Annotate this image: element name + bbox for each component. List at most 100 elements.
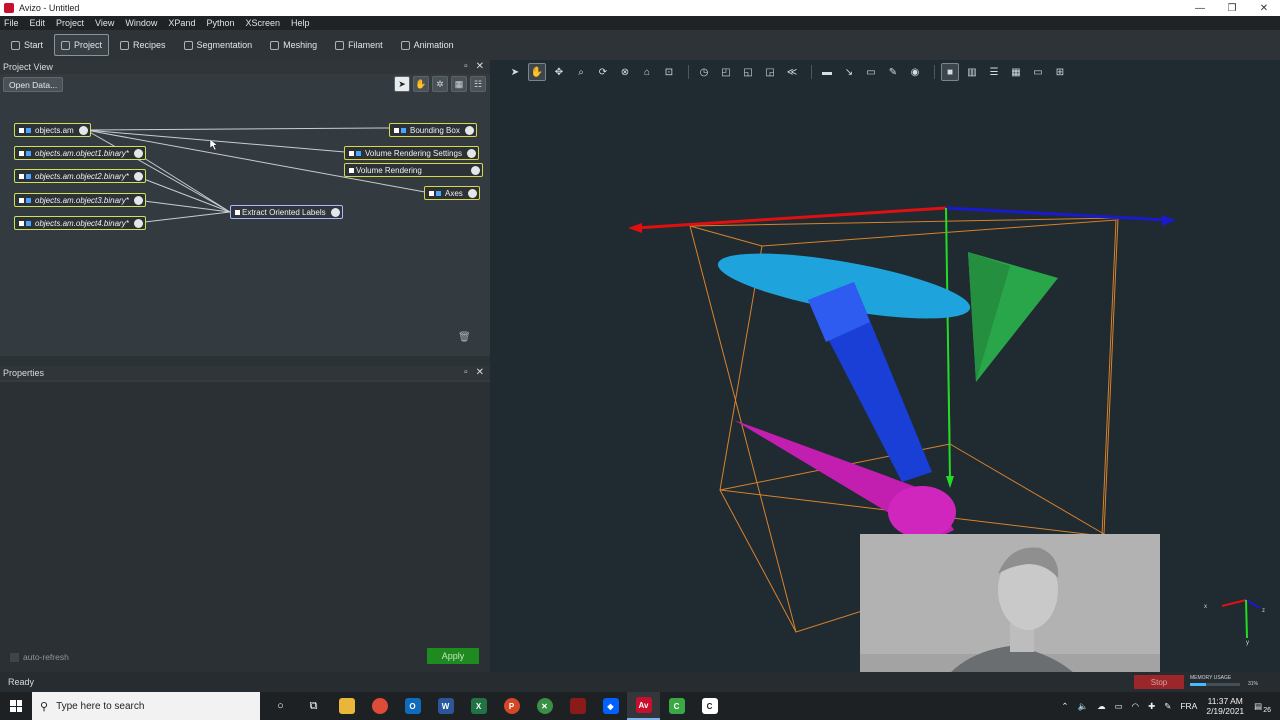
graph-node-volume-rendering[interactable]: Volume Rendering (344, 163, 483, 177)
volume-icon[interactable]: 🔈 (1078, 701, 1089, 712)
chrome-icon[interactable] (363, 692, 396, 720)
cortana-icon[interactable]: ○ (264, 692, 297, 720)
taskbar-clock[interactable]: 11:37 AM 2/19/2021 (1206, 696, 1244, 716)
node-port-icon[interactable] (133, 171, 143, 181)
clock-date: 2/19/2021 (1206, 706, 1245, 716)
graph-node-volume-rendering-settings[interactable]: Volume Rendering Settings (344, 146, 479, 160)
close-panel-icon[interactable]: ✕ (476, 61, 484, 72)
trash-icon[interactable]: 🗑 (458, 332, 471, 343)
menu-project[interactable]: Project (56, 18, 84, 28)
security-icon[interactable]: ✚ (1148, 701, 1155, 712)
menu-file[interactable]: File (4, 18, 19, 28)
memory-usage-label: MEMORY USAGE (1190, 675, 1232, 681)
stop-button[interactable]: Stop (1134, 675, 1184, 689)
node-port-icon[interactable] (470, 165, 480, 175)
minimize-icon[interactable]: — (1184, 0, 1216, 16)
node-port-icon[interactable] (330, 207, 340, 217)
onedrive-icon[interactable]: ☁ (1097, 701, 1106, 712)
node-port-icon[interactable] (133, 195, 143, 205)
menu-xpand[interactable]: XPand (168, 18, 195, 28)
menu-python[interactable]: Python (206, 18, 234, 28)
camtasia-recorder-icon[interactable]: C (693, 692, 726, 720)
graph-node-axes[interactable]: Axes (424, 186, 480, 200)
checkbox-icon[interactable] (10, 652, 19, 662)
orientation-widget: x z y (1204, 599, 1265, 646)
menu-xscreen[interactable]: XScreen (245, 18, 280, 28)
tab-segmentation[interactable]: Segmentation (177, 34, 260, 56)
menu-view[interactable]: View (95, 18, 114, 28)
tab-project[interactable]: Project (54, 34, 110, 56)
menu-edit[interactable]: Edit (30, 18, 46, 28)
recipes-icon (120, 40, 130, 50)
battery-icon[interactable]: ▭ (1115, 701, 1123, 712)
properties-body (0, 382, 490, 672)
close-panel-icon[interactable]: ✕ (476, 367, 484, 378)
tab-filament[interactable]: Filament (328, 34, 390, 56)
maximize-icon[interactable]: ❐ (1216, 0, 1248, 16)
menu-window[interactable]: Window (125, 18, 157, 28)
graph-node-object1[interactable]: objects.am.object1.binary* (14, 146, 146, 160)
avizo-taskbar-icon[interactable]: Av (627, 692, 660, 720)
grid-layout-icon[interactable]: ▦ (451, 76, 467, 92)
z-axis-arrow-icon (1162, 215, 1176, 226)
node-port-icon[interactable] (464, 125, 474, 135)
apply-button[interactable]: Apply (427, 648, 479, 664)
hand-tool-icon[interactable]: ✋ (413, 76, 429, 92)
tab-start[interactable]: Start (4, 34, 50, 56)
undock-icon[interactable]: ▫ (464, 367, 468, 378)
connection-line (85, 127, 391, 131)
cone-base (888, 486, 956, 538)
node-label: Axes (445, 188, 463, 198)
word-icon[interactable]: W (429, 692, 462, 720)
open-data-button[interactable]: Open Data... (3, 77, 64, 92)
tab-recipes[interactable]: Recipes (113, 34, 173, 56)
panel-splitter[interactable] (0, 356, 490, 366)
camtasia-icon[interactable]: C (660, 692, 693, 720)
auto-refresh-toggle[interactable]: auto-refresh (10, 652, 69, 662)
graph-node-bounding-box[interactable]: Bounding Box (389, 123, 477, 137)
select-tool-icon[interactable]: ➤ (394, 76, 410, 92)
undock-icon[interactable]: ▫ (464, 61, 468, 72)
window-title: Avizo - Untitled (19, 3, 80, 13)
excel-icon[interactable]: X (462, 692, 495, 720)
pen-icon[interactable]: ✎ (1164, 701, 1171, 712)
system-tray: ⌃ 🔈 ☁ ▭ ◠ ✚ ✎ FRA 11:37 AM 2/19/2021 ▤ 2… (1061, 692, 1280, 720)
outlook-icon[interactable]: O (396, 692, 429, 720)
node-port-icon[interactable] (133, 148, 143, 158)
tab-label: Project (74, 40, 103, 50)
notification-icon[interactable]: ▤ (1254, 701, 1262, 712)
dropbox-icon[interactable]: ◆ (594, 692, 627, 720)
tab-label: Animation (413, 40, 454, 50)
taskbar-search[interactable]: ⚲ Type here to search (32, 692, 260, 720)
graph-node-objects[interactable]: objects.am (14, 123, 91, 137)
close-icon[interactable]: ✕ (1248, 0, 1280, 16)
tab-animation[interactable]: Animation (394, 34, 461, 56)
node-port-icon[interactable] (467, 188, 477, 198)
tray-chevron-icon[interactable]: ⌃ (1061, 701, 1068, 712)
graph-node-object4[interactable]: objects.am.object4.binary* (14, 216, 146, 230)
memory-usage-fill (1190, 683, 1206, 686)
auto-layout-icon[interactable]: ✲ (432, 76, 448, 92)
tab-meshing[interactable]: Meshing (263, 34, 324, 56)
properties-header: Properties ▫ ✕ (0, 366, 490, 380)
node-port-icon[interactable] (78, 125, 88, 135)
task-view-icon[interactable]: ⧉ (297, 692, 330, 720)
pdf-reader-icon[interactable] (561, 692, 594, 720)
memory-usage-bar (1190, 683, 1240, 686)
node-port-icon[interactable] (133, 218, 143, 228)
tree-view-icon[interactable]: ☷ (470, 76, 486, 92)
start-button[interactable] (0, 692, 32, 720)
window-controls: — ❐ ✕ (1184, 0, 1280, 16)
node-port-icon[interactable] (466, 148, 476, 158)
file-explorer-icon[interactable] (330, 692, 363, 720)
language-indicator[interactable]: FRA (1180, 701, 1197, 711)
orient-z-label: z (1262, 608, 1265, 614)
title-bar: Avizo - Untitled — ❐ ✕ (0, 0, 1280, 16)
powerpoint-icon[interactable]: P (495, 692, 528, 720)
wifi-icon[interactable]: ◠ (1132, 701, 1139, 712)
graph-node-object2[interactable]: objects.am.object2.binary* (14, 169, 146, 183)
menu-help[interactable]: Help (291, 18, 310, 28)
graph-node-extract-oriented-labels[interactable]: Extract Oriented Labels (230, 205, 343, 219)
graph-node-object3[interactable]: objects.am.object3.binary* (14, 193, 146, 207)
xbox-icon[interactable]: ✕ (528, 692, 561, 720)
